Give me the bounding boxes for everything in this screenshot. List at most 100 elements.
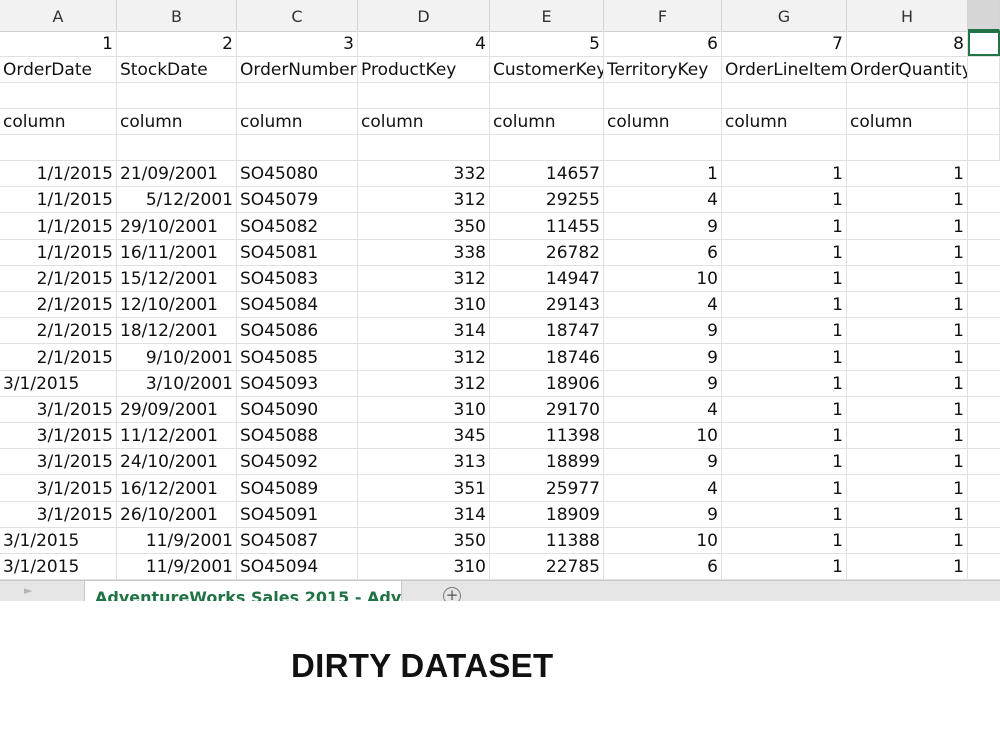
cell[interactable] (358, 83, 490, 108)
cell[interactable]: SO45088 (237, 423, 358, 449)
cell[interactable] (968, 83, 1000, 108)
cell[interactable]: SO45081 (237, 239, 358, 265)
cell[interactable]: 310 (358, 292, 490, 318)
cell[interactable] (968, 109, 1000, 134)
cell[interactable]: column (117, 109, 237, 134)
cell[interactable]: 11/9/2001 (117, 554, 237, 580)
cell[interactable]: 1 (722, 292, 847, 318)
cell[interactable]: 310 (358, 554, 490, 580)
cell[interactable]: 11398 (490, 423, 604, 449)
cell[interactable]: 29143 (490, 292, 604, 318)
cell[interactable]: OrderDate (0, 57, 117, 82)
add-sheet-icon[interactable]: + (443, 587, 461, 601)
cell[interactable]: 1 (722, 318, 847, 344)
cell[interactable]: 332 (358, 161, 490, 187)
column-header-g[interactable]: G (722, 0, 847, 31)
cell[interactable]: 18/12/2001 (117, 318, 237, 344)
cell[interactable]: 312 (358, 265, 490, 291)
column-header-f[interactable]: F (604, 0, 722, 31)
cell[interactable]: 1 (0, 31, 117, 56)
cell[interactable]: OrderNumber (237, 57, 358, 82)
cell[interactable] (0, 83, 117, 108)
cell[interactable]: 7 (722, 31, 847, 56)
cell[interactable]: 4 (604, 292, 722, 318)
cell[interactable]: 9 (604, 370, 722, 396)
cell[interactable]: 6 (604, 239, 722, 265)
cell[interactable]: 6 (604, 31, 722, 56)
cell[interactable]: SO45083 (237, 265, 358, 291)
cell[interactable]: 1 (847, 265, 968, 291)
cell[interactable]: column (604, 109, 722, 134)
cell[interactable]: 9/10/2001 (117, 344, 237, 370)
cell[interactable]: 18909 (490, 501, 604, 527)
cell[interactable]: 345 (358, 423, 490, 449)
cell[interactable] (847, 83, 968, 108)
cell[interactable]: 1 (847, 318, 968, 344)
cell[interactable] (722, 135, 847, 160)
cell[interactable] (722, 83, 847, 108)
cell[interactable]: 1 (722, 554, 847, 580)
cell[interactable]: 14657 (490, 161, 604, 187)
cell[interactable]: 1 (847, 554, 968, 580)
cell[interactable]: SO45093 (237, 370, 358, 396)
cell[interactable]: 5/12/2001 (117, 187, 237, 213)
cell[interactable] (968, 57, 1000, 82)
cell[interactable]: 3/1/2015 (0, 449, 117, 475)
cell[interactable]: SO45085 (237, 344, 358, 370)
cell[interactable]: 18906 (490, 370, 604, 396)
cell[interactable] (0, 135, 117, 160)
cell[interactable]: 12/10/2001 (117, 292, 237, 318)
cell[interactable]: 1 (847, 396, 968, 422)
cell[interactable]: column (490, 109, 604, 134)
cell[interactable]: 1 (722, 187, 847, 213)
cell[interactable] (968, 31, 1000, 56)
cell[interactable]: 11455 (490, 213, 604, 239)
cell[interactable]: 1 (604, 161, 722, 187)
cell[interactable]: 22785 (490, 554, 604, 580)
cell[interactable]: StockDate (117, 57, 237, 82)
cell[interactable] (490, 135, 604, 160)
cell[interactable]: OrderQuantity (847, 57, 968, 82)
cell[interactable]: 1/1/2015 (0, 213, 117, 239)
cell[interactable]: 3/1/2015 (0, 423, 117, 449)
cell[interactable]: 1 (722, 475, 847, 501)
cell[interactable]: 1/1/2015 (0, 187, 117, 213)
cell[interactable]: 2/1/2015 (0, 344, 117, 370)
cell[interactable]: 1/1/2015 (0, 239, 117, 265)
cell[interactable]: 18747 (490, 318, 604, 344)
cell[interactable]: 1 (722, 265, 847, 291)
cell[interactable]: 29255 (490, 187, 604, 213)
cell[interactable]: 1 (847, 423, 968, 449)
cell[interactable]: 1 (722, 396, 847, 422)
cell[interactable] (604, 83, 722, 108)
cell[interactable]: 26/10/2001 (117, 501, 237, 527)
cell[interactable]: 351 (358, 475, 490, 501)
cell[interactable]: 1 (847, 213, 968, 239)
cell[interactable]: 1 (722, 423, 847, 449)
cell[interactable]: 1 (847, 527, 968, 553)
cell[interactable]: 1 (847, 292, 968, 318)
cell[interactable]: 2/1/2015 (0, 318, 117, 344)
cell[interactable]: 9 (604, 449, 722, 475)
cell[interactable]: SO45086 (237, 318, 358, 344)
cell[interactable]: 29170 (490, 396, 604, 422)
cell[interactable]: SO45089 (237, 475, 358, 501)
cell[interactable]: 11/12/2001 (117, 423, 237, 449)
cell[interactable]: 3/1/2015 (0, 396, 117, 422)
cell[interactable]: 16/11/2001 (117, 239, 237, 265)
cell[interactable] (117, 135, 237, 160)
cell[interactable]: SO45079 (237, 187, 358, 213)
cell[interactable]: OrderLineItem (722, 57, 847, 82)
cell[interactable]: 9 (604, 213, 722, 239)
cell[interactable]: TerritoryKey (604, 57, 722, 82)
cell[interactable]: 3/1/2015 (0, 527, 117, 553)
sheet-nav-arrow-icon[interactable]: ► (24, 584, 32, 597)
cell[interactable]: 5 (490, 31, 604, 56)
cell[interactable]: 14947 (490, 265, 604, 291)
cell[interactable]: 11388 (490, 527, 604, 553)
cell[interactable]: 310 (358, 396, 490, 422)
column-header-e[interactable]: E (490, 0, 604, 31)
cell[interactable]: 18899 (490, 449, 604, 475)
cell[interactable]: 1 (847, 501, 968, 527)
cell[interactable]: 350 (358, 527, 490, 553)
